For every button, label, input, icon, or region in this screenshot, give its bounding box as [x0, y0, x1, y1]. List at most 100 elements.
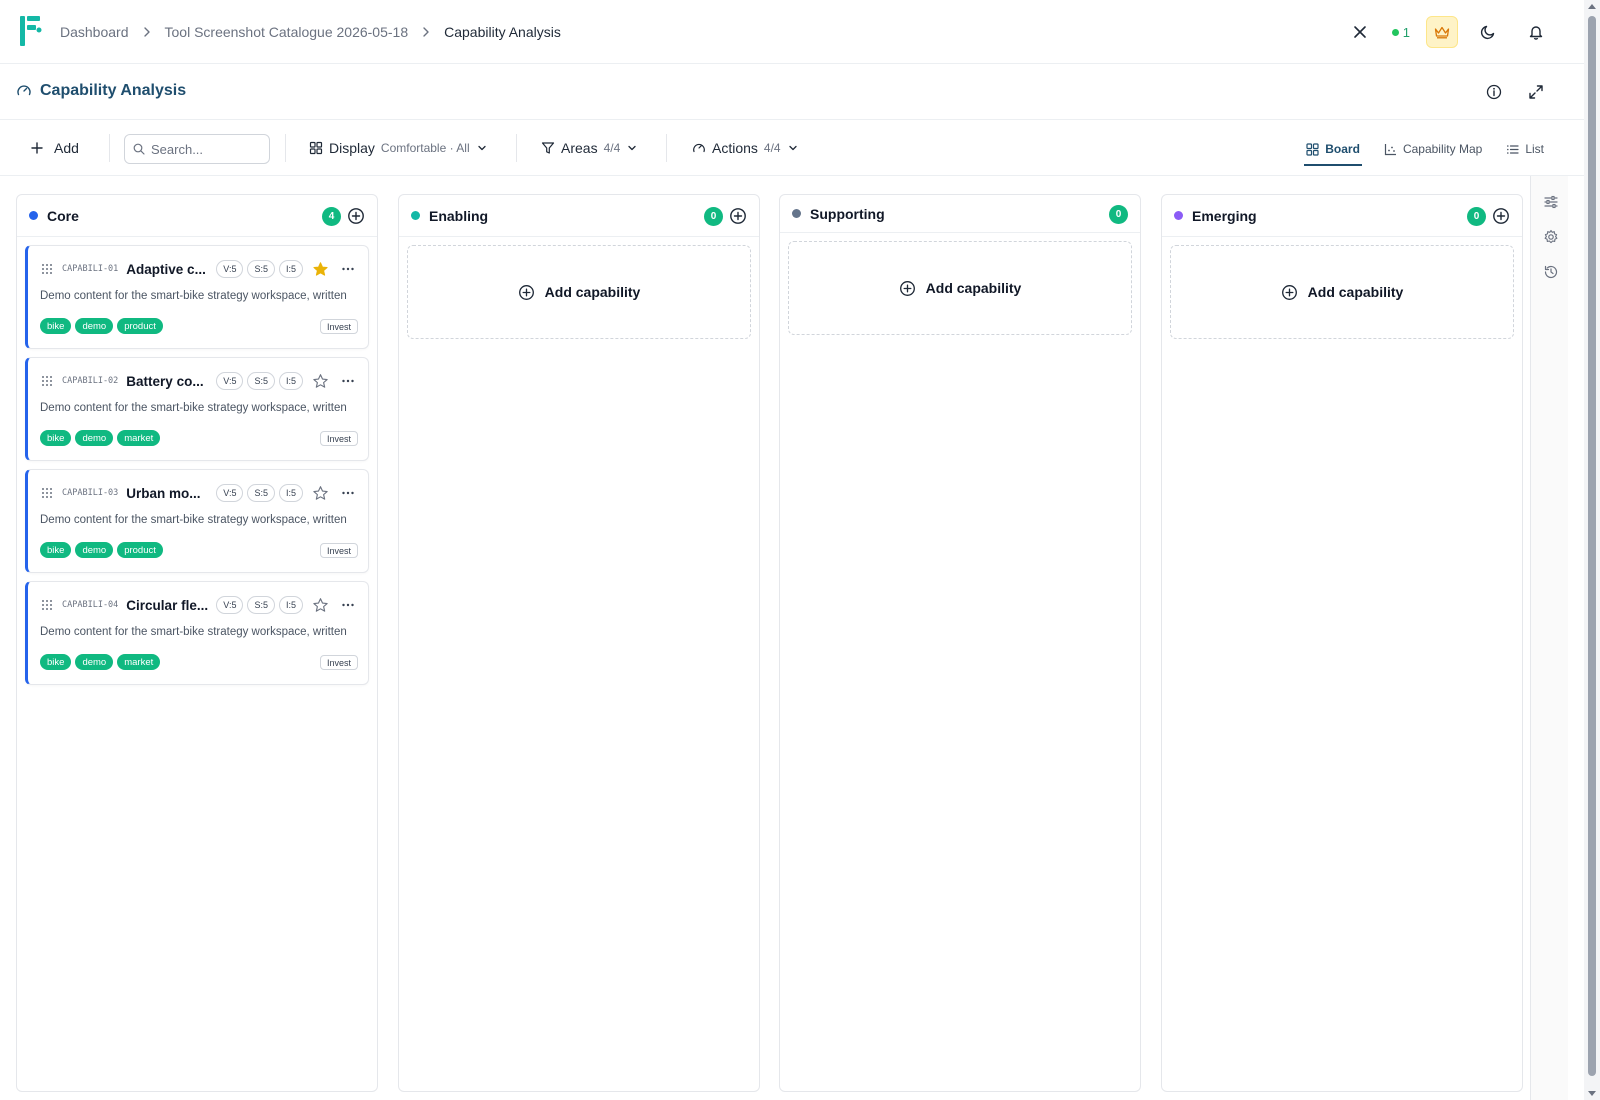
- column-header: Supporting 0: [780, 195, 1140, 233]
- display-label: Display: [329, 140, 375, 156]
- column-color-dot: [29, 211, 38, 220]
- history-icon[interactable]: [1543, 264, 1559, 280]
- card-code: CAPABILI-04: [62, 600, 119, 610]
- capability-card[interactable]: CAPABILI-04 Circular fle... V:5 S:5 I:5 …: [25, 581, 369, 685]
- scrollbar-thumb[interactable]: [1588, 16, 1596, 1076]
- value-score-pill: V:5: [216, 372, 244, 390]
- column-count-badge: 0: [704, 207, 723, 226]
- card-title[interactable]: Urban mo...: [126, 486, 208, 501]
- breadcrumb-dashboard[interactable]: Dashboard: [60, 24, 129, 40]
- card-title[interactable]: Battery co...: [126, 374, 208, 389]
- gauge-icon: [17, 85, 31, 96]
- value-score-pill: V:5: [216, 484, 244, 502]
- premium-button[interactable]: [1426, 16, 1458, 48]
- card-header: CAPABILI-03 Urban mo... V:5 S:5 I:5: [40, 482, 358, 504]
- areas-value: 4/4: [603, 141, 621, 155]
- star-outline-icon[interactable]: [312, 373, 329, 390]
- more-horizontal-icon[interactable]: [340, 373, 356, 389]
- sliders-icon[interactable]: [1543, 194, 1559, 210]
- add-circle-icon[interactable]: [347, 207, 365, 225]
- list-icon: [1507, 144, 1519, 154]
- add-capability-button[interactable]: Add capability: [407, 245, 751, 339]
- toolbar-divider: [666, 134, 667, 162]
- grid-icon: [309, 141, 323, 155]
- notifications-button[interactable]: [1518, 14, 1554, 50]
- drag-handle-icon[interactable]: [40, 262, 54, 276]
- capability-card[interactable]: CAPABILI-01 Adaptive c... V:5 S:5 I:5 De…: [25, 245, 369, 349]
- add-button[interactable]: Add: [30, 134, 79, 162]
- column-color-dot: [792, 209, 801, 218]
- breadcrumb-catalogue[interactable]: Tool Screenshot Catalogue 2026-05-18: [165, 24, 409, 40]
- kanban-board: Core 4 CAPABILI-01 Adaptive c... V:5 S:5…: [16, 194, 1530, 1092]
- action-badge: Invest: [319, 431, 358, 446]
- display-value: Comfortable · All: [380, 141, 470, 155]
- tag: demo: [75, 542, 114, 558]
- chevron-down-icon: [477, 145, 486, 151]
- column-enabling: Enabling 0 Add capability: [398, 194, 760, 1092]
- tag: product: [117, 542, 163, 558]
- card-title[interactable]: Circular fle...: [126, 598, 208, 613]
- tab-capability-map[interactable]: Capability Map: [1384, 134, 1482, 164]
- areas-filter-dropdown[interactable]: Areas 4/4: [541, 134, 638, 162]
- online-users-indicator[interactable]: 1: [1391, 25, 1410, 40]
- star-filled-icon[interactable]: [312, 261, 329, 278]
- page-scrollbar[interactable]: [1584, 0, 1600, 1100]
- view-switcher: Board Capability Map List: [1304, 134, 1544, 166]
- column-title: Core: [47, 207, 79, 224]
- action-badge: Invest: [319, 655, 358, 670]
- drag-handle-icon[interactable]: [40, 374, 54, 388]
- toolbar-divider: [516, 134, 517, 162]
- column-header: Emerging 0: [1162, 195, 1522, 237]
- card-title[interactable]: Adaptive c...: [126, 262, 208, 277]
- more-horizontal-icon[interactable]: [340, 597, 356, 613]
- column-color-dot: [411, 211, 420, 220]
- column-title: Supporting: [810, 205, 885, 222]
- strategic-score-pill: S:5: [247, 596, 275, 614]
- column-header: Enabling 0: [399, 195, 759, 237]
- card-code: CAPABILI-02: [62, 376, 119, 386]
- search-input[interactable]: [151, 141, 261, 157]
- add-capability-label: Add capability: [1307, 284, 1404, 300]
- tag: product: [117, 318, 163, 334]
- tag: bike: [40, 542, 72, 558]
- add-capability-button[interactable]: Add capability: [788, 241, 1132, 335]
- add-capability-button[interactable]: Add capability: [1170, 245, 1514, 339]
- tag: bike: [40, 318, 72, 334]
- drag-handle-icon[interactable]: [40, 598, 54, 612]
- scroll-up-icon[interactable]: [1588, 4, 1596, 9]
- more-horizontal-icon[interactable]: [340, 261, 356, 277]
- gear-icon[interactable]: [1543, 229, 1559, 245]
- actions-label: Actions: [712, 140, 758, 156]
- column-title: Enabling: [429, 207, 489, 224]
- capability-card[interactable]: CAPABILI-02 Battery co... V:5 S:5 I:5 De…: [25, 357, 369, 461]
- toolbar-divider: [285, 134, 286, 162]
- drag-handle-icon[interactable]: [40, 486, 54, 500]
- column-count-badge: 0: [1467, 207, 1486, 226]
- tab-board[interactable]: Board: [1304, 134, 1362, 166]
- card-tags: bike demo market: [40, 654, 161, 670]
- value-score-pill: V:5: [216, 596, 244, 614]
- theme-toggle-button[interactable]: [1470, 14, 1506, 50]
- tab-list[interactable]: List: [1506, 134, 1544, 164]
- app-logo[interactable]: [20, 16, 42, 46]
- star-outline-icon[interactable]: [312, 485, 329, 502]
- actions-filter-dropdown[interactable]: Actions 4/4: [692, 134, 799, 162]
- tag: market: [117, 654, 161, 670]
- more-horizontal-icon[interactable]: [340, 485, 356, 501]
- search-box[interactable]: [124, 134, 270, 164]
- tag: demo: [75, 318, 114, 334]
- plus-icon: [31, 142, 43, 154]
- card-code: CAPABILI-03: [62, 488, 119, 498]
- column-supporting: Supporting 0 Add capability: [779, 194, 1141, 1092]
- capability-card[interactable]: CAPABILI-03 Urban mo... V:5 S:5 I:5 Demo…: [25, 469, 369, 573]
- close-button[interactable]: [1342, 14, 1378, 50]
- scatter-chart-icon: [1384, 143, 1396, 155]
- scroll-down-icon[interactable]: [1588, 1091, 1596, 1096]
- add-circle-icon[interactable]: [1492, 207, 1510, 225]
- display-dropdown[interactable]: Display Comfortable · All: [309, 134, 488, 162]
- star-outline-icon[interactable]: [312, 597, 329, 614]
- info-button[interactable]: [1476, 74, 1512, 110]
- fullscreen-button[interactable]: [1518, 74, 1554, 110]
- column-count-badge: 4: [322, 207, 341, 226]
- add-circle-icon[interactable]: [729, 207, 747, 225]
